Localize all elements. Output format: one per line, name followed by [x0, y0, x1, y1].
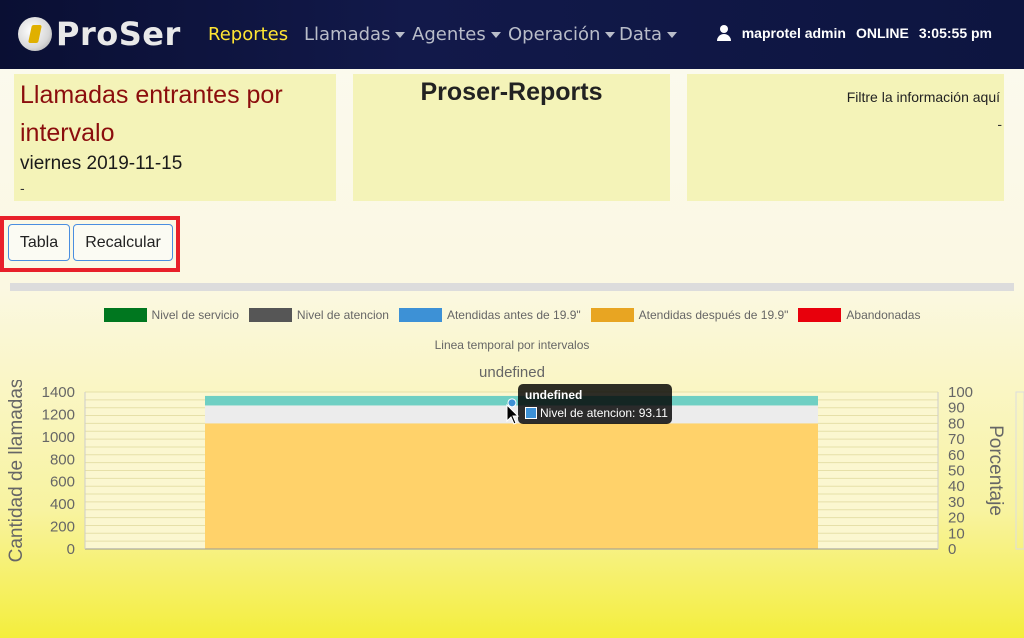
right-edge-box [1015, 391, 1024, 550]
right-tick-label: 90 [948, 400, 965, 417]
tooltip-swatch [525, 407, 537, 419]
nav-agentes[interactable]: Agentes [412, 24, 501, 45]
user-icon [716, 25, 732, 41]
left-tick-label: 1200 [42, 406, 75, 423]
recalcular-button[interactable]: Recalcular [73, 224, 173, 261]
section-divider [10, 283, 1014, 291]
filter-value: - [997, 116, 1002, 132]
legend-item[interactable]: Nivel de atencion [248, 308, 389, 322]
left-axis-title: Cantidad de llamadas [6, 380, 27, 562]
chevron-down-icon [605, 32, 616, 38]
left-tick-label: 400 [50, 496, 75, 513]
legend-item[interactable]: Nivel de servicio [103, 308, 239, 322]
tooltip-title: undefined [525, 388, 583, 402]
report-extra: - [20, 180, 25, 196]
nav-agentes-label: Agentes [412, 24, 486, 45]
chart-tooltip: undefined Nivel de atencion: 93.11 [518, 384, 672, 424]
legend-swatch [103, 308, 147, 322]
chevron-down-icon [490, 32, 501, 38]
nav-operacion-label: Operación [508, 24, 601, 45]
legend-swatch [590, 308, 634, 322]
brand-logo[interactable]: ProSer [18, 15, 181, 53]
right-tick-label: 10 [948, 525, 965, 542]
right-tick-label: 70 [948, 431, 965, 448]
legend-label: Nivel de atencion [296, 308, 389, 322]
user-info[interactable]: maprotel admin ONLINE 3:05:55 pm [716, 25, 992, 41]
nav-data-label: Data [619, 24, 662, 45]
left-tick-label: 1000 [42, 429, 75, 446]
top-navbar: ProSer Reportes Llamadas Agentes Operaci… [0, 0, 1024, 69]
left-tick-label: 0 [67, 541, 75, 558]
legend-swatch [248, 308, 292, 322]
nav-llamadas-label: Llamadas [304, 24, 391, 45]
tabla-button[interactable]: Tabla [8, 224, 70, 261]
right-tick-label: 100 [948, 384, 973, 401]
clock-time: 3:05:55 pm [918, 25, 992, 41]
app-title-panel: Proser-Reports [353, 74, 670, 201]
legend-item[interactable]: Atendidas después de 19.9" [590, 308, 789, 322]
nav-reportes-label: Reportes [208, 24, 289, 45]
legend-item[interactable]: Atendidas antes de 19.9" [398, 308, 581, 322]
legend-swatch [398, 308, 442, 322]
user-status: ONLINE [855, 25, 909, 41]
nav-reportes[interactable]: Reportes [208, 24, 288, 45]
legend-label: Nivel de servicio [151, 308, 239, 322]
chart-subtitle: Linea temporal por intervalos [434, 338, 590, 352]
right-tick-label: 50 [948, 463, 965, 480]
filter-label[interactable]: Filtre la información aquí [847, 89, 1000, 105]
report-info-panel: Llamadas entrantes por intervalo viernes… [14, 74, 336, 201]
left-tick-label: 1400 [42, 384, 75, 401]
mouse-cursor-icon [506, 404, 520, 425]
right-tick-label: 30 [948, 494, 965, 511]
legend-label: Abandonadas [846, 308, 921, 322]
right-axis-title: Porcentaje [985, 425, 1006, 516]
tooltip-label: Nivel de atencion: 93.11 [540, 406, 668, 420]
user-name: maprotel admin [741, 25, 846, 41]
right-tick-label: 0 [948, 541, 956, 558]
right-tick-label: 20 [948, 510, 965, 527]
left-tick-label: 200 [50, 519, 75, 536]
legend-item[interactable]: Abandonadas [798, 308, 920, 322]
left-tick-label: 600 [50, 474, 75, 491]
left-tick-label: 800 [50, 451, 75, 468]
legend-swatch [798, 308, 842, 322]
report-date: viernes 2019-11-15 [20, 153, 183, 174]
report-title: Llamadas entrantes por intervalo [20, 81, 283, 147]
chevron-down-icon [395, 32, 406, 38]
brand-name: ProSer [56, 15, 181, 53]
right-tick-label: 40 [948, 478, 965, 495]
tooltip-row: Nivel de atencion: 93.11 [525, 406, 668, 420]
nav-data[interactable]: Data [619, 24, 677, 45]
legend-label: Atendidas después de 19.9" [638, 308, 789, 322]
chevron-down-icon [666, 32, 677, 38]
chart-title: undefined [479, 364, 545, 381]
proser-logo-icon [18, 17, 52, 51]
right-tick-label: 80 [948, 415, 965, 432]
right-tick-label: 60 [948, 447, 965, 464]
page-title: Proser-Reports [420, 78, 603, 106]
filter-panel[interactable]: Filtre la información aquí - [687, 74, 1004, 201]
bar-segment [205, 423, 818, 549]
legend-label: Atendidas antes de 19.9" [446, 308, 581, 322]
nav-operacion[interactable]: Operación [508, 24, 616, 45]
nav-llamadas[interactable]: Llamadas [304, 24, 406, 45]
chart-legend: Nivel de servicio Nivel de atencion Aten… [0, 308, 1024, 322]
